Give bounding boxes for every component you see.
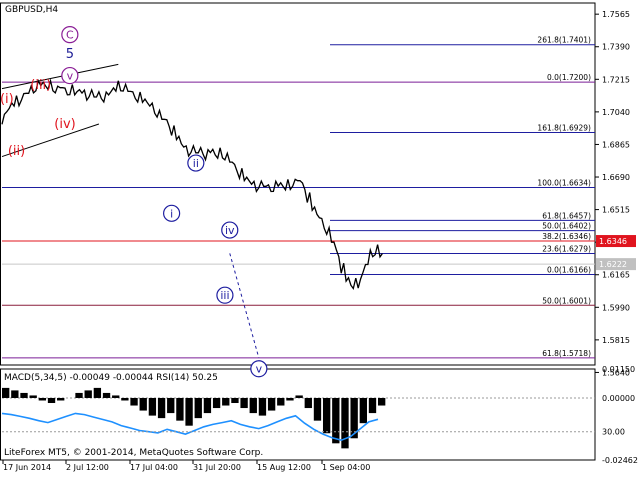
- wave-label: v: [67, 70, 74, 83]
- macd-bar: [148, 397, 157, 416]
- price-tick-label: 1.5990: [602, 303, 630, 312]
- macd-bar: [11, 390, 19, 398]
- wave-labels: (i)(ii)(iii)(iv)Cv5iiiiiiivv: [0, 26, 268, 378]
- channel-lines: [1, 63, 260, 359]
- price-line: [1, 78, 383, 291]
- macd-bar: [194, 397, 202, 419]
- indicator-title: MACD(5,34,5) -0.00049 -0.00044 RSI(14) 5…: [4, 373, 218, 383]
- fib-level-label: 0.0(1.6166): [547, 266, 591, 275]
- price-tick-label: 1.6515: [602, 206, 630, 215]
- macd-bar: [20, 392, 28, 398]
- fib-level-label: 61.8(1.5718): [542, 349, 591, 358]
- macd-bar: [341, 397, 349, 449]
- macd-bar: [47, 397, 56, 404]
- price-tick-label: 1.6165: [602, 271, 630, 280]
- fib-level-label: 0.0(1.7200): [547, 73, 591, 82]
- macd-bar: [75, 392, 83, 398]
- time-tick-label: 17 Jun 2014: [3, 463, 51, 472]
- macd-bar: [313, 397, 322, 421]
- macd-bar: [167, 397, 175, 414]
- wave-label: iii: [220, 289, 229, 302]
- indicator-tick-label: -0.02462: [602, 456, 638, 465]
- time-tick-label: 1 Sep 04:00: [322, 463, 370, 472]
- wave-label: 5: [66, 47, 74, 62]
- macd-bar: [378, 397, 386, 406]
- copyright-text: LiteForex MT5, © 2001-2014, MetaQuotes S…: [4, 448, 263, 458]
- price-tick-label: 1.7040: [602, 108, 630, 117]
- channel-line: [1, 63, 119, 90]
- price-series: [1, 78, 383, 291]
- fib-level-label: 50.0(1.6402): [542, 222, 591, 231]
- wave-label: (i): [0, 92, 14, 107]
- price-tick-label: 1.6865: [602, 140, 630, 149]
- wave-label: i: [170, 207, 173, 220]
- macd-bar: [139, 397, 147, 411]
- macd-bar: [249, 397, 257, 414]
- wave-label: (iv): [54, 117, 75, 132]
- fib-level-label: 61.8(1.6457): [542, 211, 591, 220]
- macd-bar: [2, 387, 10, 398]
- macd-bar: [102, 392, 111, 398]
- macd-bar: [57, 397, 65, 401]
- time-tick-label: 17 Jul 04:00: [130, 463, 178, 472]
- macd-bar: [359, 397, 367, 424]
- fib-level-label: 50.0(1.6001): [542, 296, 591, 305]
- wave-label: iv: [225, 224, 235, 237]
- price-tick-label: 1.6690: [602, 173, 630, 182]
- macd-bar: [304, 397, 312, 409]
- macd-bar: [222, 397, 230, 406]
- wave-label: C: [66, 29, 74, 42]
- price-tick-label: 1.7565: [602, 10, 630, 19]
- fib-level-label: 38.2(1.6346): [542, 232, 591, 241]
- macd-bar: [38, 397, 47, 401]
- indicator-tick-label: 30.00: [602, 428, 625, 437]
- current-price-label: 1.6222: [599, 260, 627, 269]
- macd-bar: [29, 395, 37, 398]
- chart-title: GBPUSD,H4: [5, 5, 58, 15]
- price-tick-label: 1.5815: [602, 336, 630, 345]
- fib-level-label: 161.8(1.6929): [537, 124, 591, 133]
- macd-bar: [231, 397, 239, 404]
- macd-bar: [368, 397, 377, 414]
- time-axis: 17 Jun 2014 2 Jul 12:00 17 Jul 04:00 31 Jul…: [2, 460, 370, 472]
- fibonacci-levels: 261.8(1.7401) 0.0(1.7200) 161.8(1.6929) 100…: [2, 36, 595, 359]
- wave-label: v: [256, 363, 263, 376]
- indicator-tick-label: 0.00000: [602, 394, 635, 403]
- macd-bar: [332, 397, 340, 444]
- macd-bar: [84, 390, 92, 398]
- macd-bar: [240, 397, 248, 409]
- price-marker-label: 1.6346: [599, 237, 627, 246]
- macd-bar: [93, 387, 102, 398]
- wave-label: ii: [193, 157, 199, 170]
- macd-bar: [212, 397, 221, 409]
- fib-level-label: 261.8(1.7401): [537, 36, 591, 45]
- macd-bar: [185, 397, 193, 426]
- fib-level-label: 23.6(1.6279): [542, 245, 591, 254]
- price-panel-frame: [0, 2, 596, 366]
- time-tick-label: 15 Aug 12:00: [257, 463, 311, 472]
- price-tick-label: 1.7390: [602, 43, 630, 52]
- macd-bar: [203, 397, 212, 414]
- time-tick-label: 2 Jul 12:00: [66, 463, 109, 472]
- fib-level-label: 100.0(1.6634): [537, 178, 591, 187]
- macd-bar: [176, 397, 184, 421]
- wave-label: (iii): [30, 78, 51, 93]
- indicator-tick-label: 0.01150: [602, 365, 635, 374]
- macd-bar: [277, 397, 285, 406]
- macd-bar: [322, 397, 331, 434]
- macd-bar: [130, 397, 138, 406]
- macd-bar: [267, 397, 276, 411]
- price-axis: 1.7565 1.7390 1.7215 1.7040 1.6865 1.6690 1.65…: [595, 10, 636, 377]
- macd-bar: [286, 397, 294, 401]
- macd-bar: [157, 397, 166, 419]
- macd-bar: [121, 397, 129, 401]
- macd-bar: [112, 395, 120, 398]
- time-tick-label: 31 Jul 20:00: [193, 463, 241, 472]
- wave-label: (ii): [8, 144, 25, 159]
- price-chart[interactable]: 261.8(1.7401) 0.0(1.7200) 161.8(1.6929) 100…: [0, 0, 640, 480]
- price-tick-label: 1.7215: [602, 75, 630, 84]
- macd-bar: [295, 395, 303, 398]
- macd-bar: [258, 397, 267, 416]
